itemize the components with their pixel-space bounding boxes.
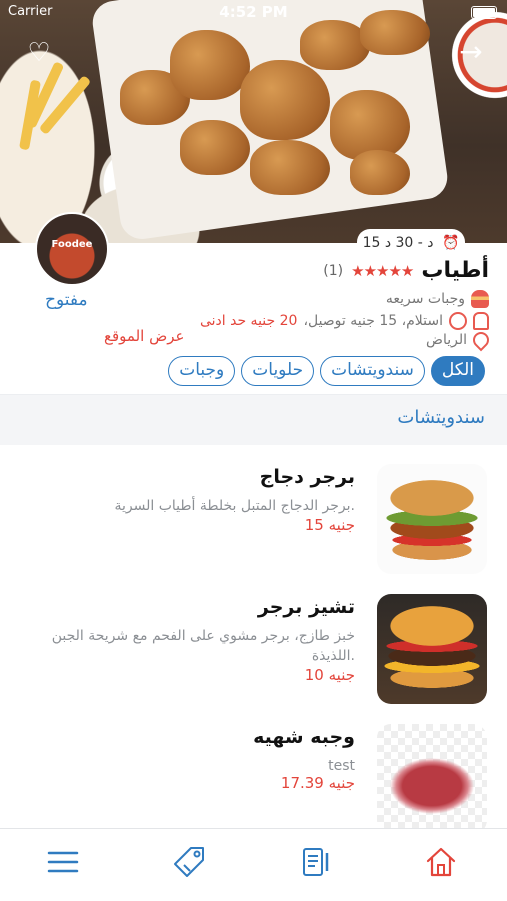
category-tab-all[interactable]: الكل: [430, 356, 485, 386]
menu-item[interactable]: وجبه شهيه test 17.39 جنيه: [0, 724, 507, 844]
location-row: الرياض: [426, 328, 493, 352]
burger-icon: [471, 290, 489, 308]
category-row: وجبات سريعه: [386, 290, 489, 308]
battery-icon: [471, 6, 497, 19]
delivery-info: استلام، 15 جنيه توصيل،: [303, 313, 443, 329]
item-image: [377, 594, 487, 704]
fried-chicken-piece: [180, 120, 250, 175]
category-tab-sandwiches[interactable]: سندويتشات: [320, 356, 425, 386]
rating-stars: ★★★★★: [351, 261, 414, 280]
open-status-label: مفتوح: [45, 290, 88, 310]
item-price: 15 جنيه: [304, 516, 355, 534]
category-tabs: الكل سندويتشات حلويات وجبات: [168, 356, 485, 386]
minimum-order: 20 جنيه حد ادنى: [199, 313, 298, 329]
section-title: سندويتشات: [397, 407, 485, 428]
category-tab-meals[interactable]: وجبات: [168, 356, 236, 386]
home-icon[interactable]: [424, 845, 464, 879]
rating-count: (1): [323, 262, 344, 279]
item-price: 17.39 جنيه: [280, 774, 355, 792]
item-description: test: [328, 758, 355, 774]
fried-chicken-piece: [250, 140, 330, 195]
logo-text: Foodee: [51, 239, 93, 250]
item-price: 10 جنيه: [304, 666, 355, 684]
item-image: [377, 724, 487, 834]
bottom-tab-bar: [0, 828, 507, 901]
tag-icon[interactable]: [172, 845, 212, 879]
section-header: سندويتشات: [0, 394, 507, 445]
fried-chicken-piece: [240, 60, 330, 140]
fried-chicken-piece: [170, 30, 250, 100]
restaurant-logo: Foodee: [35, 212, 109, 286]
menu-icon[interactable]: [46, 845, 86, 879]
item-title: تشيز برجر: [257, 596, 355, 618]
delivery-time-text: 15 د - 30 د: [362, 235, 434, 251]
restaurant-category: وجبات سريعه: [385, 291, 465, 307]
item-title: وجبه شهيه: [253, 726, 355, 748]
category-tab-desserts[interactable]: حلويات: [241, 356, 315, 386]
pickup-icon: [473, 312, 489, 330]
location-pin-icon: [469, 328, 493, 352]
alarm-clock-icon: ⏰: [441, 235, 460, 251]
delivery-info-row: استلام، 15 جنيه توصيل، 20 جنيه حد ادنى: [200, 312, 489, 330]
clock-time: 4:52 PM: [219, 3, 288, 21]
favorite-heart-icon[interactable]: ♡: [22, 36, 56, 70]
restaurant-city: الرياض: [426, 332, 467, 348]
view-location-link[interactable]: عرض الموقع: [104, 327, 184, 345]
delivery-time-badge: 15 د - 30 د ⏰: [357, 229, 465, 255]
restaurant-name: أطياب: [421, 258, 489, 283]
menu-item[interactable]: تشيز برجر خبز طازج، برجر مشوي على الفحم …: [0, 594, 507, 714]
item-image: [377, 464, 487, 574]
scooter-icon: [449, 312, 467, 330]
menu-item[interactable]: برجر دجاج برجر الدجاج المتبل بخلطة أطياب…: [0, 464, 507, 584]
item-description: برجر الدجاج المتبل بخلطة أطياب السرية.: [114, 498, 356, 514]
back-arrow-icon[interactable]: →: [453, 34, 489, 70]
item-description: خبز طازج، برجر مشوي على الفحم مع شريحة ا…: [51, 628, 355, 664]
orders-icon[interactable]: [298, 845, 338, 879]
item-title: برجر دجاج: [259, 466, 355, 488]
status-bar: Carrier 4:52 PM: [0, 0, 507, 26]
restaurant-cover-image: [0, 0, 507, 243]
fried-chicken-piece: [350, 150, 410, 195]
restaurant-header: أطياب ★★★★★ (1): [323, 258, 489, 283]
